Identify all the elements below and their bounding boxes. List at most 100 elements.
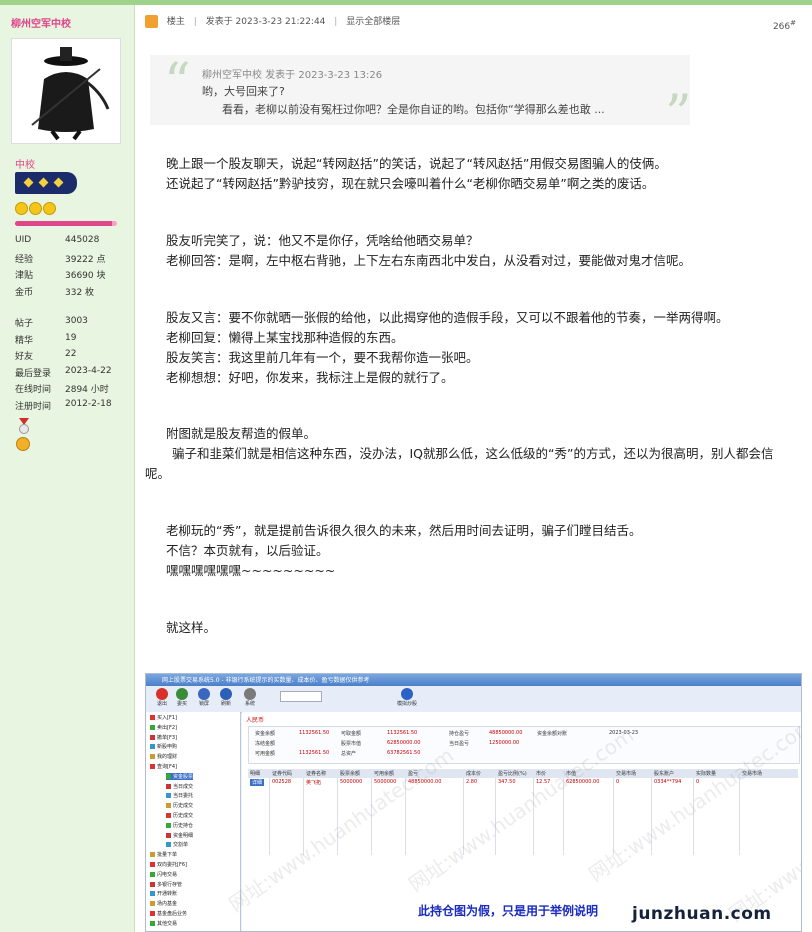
avatar[interactable] (11, 38, 121, 144)
exit-button: 退出 (152, 688, 172, 707)
post-paragraph: 老柳想想：好吧，你发来，我标注上是假的就行了。 (166, 370, 454, 385)
stat-label: UID (15, 235, 32, 245)
account-field: 48850000.00 (489, 730, 523, 736)
tools-icon (244, 688, 256, 700)
folder-icon (166, 773, 171, 779)
user-profile-sidebar: 柳州空军中校 中校 UID 445028 经验 39222 点津贴 36690 块金币 3… (0, 5, 135, 932)
account-field: 62850000.00 (387, 740, 421, 746)
nav-tree-item: 批量下单 (150, 851, 177, 858)
folder-icon (150, 891, 155, 897)
post-paragraph: 股友笑言：我这里前几年有一个，要不我帮你造一张吧。 (166, 350, 479, 365)
user-icon (401, 688, 413, 700)
nav-tree-item: 历史成交 (166, 802, 193, 809)
account-field: 可取金额 (341, 731, 362, 737)
post-paragraph: 老柳回答：是啊，左中枢右背驰，上下左右东南西北中发白，从没看对过，要能做对鬼才信… (166, 253, 692, 268)
quote-block: “ ” 柳州空军中校 发表于 2023-3-23 13:26 哟，大号回来了? … (150, 53, 692, 141)
folder-icon (150, 852, 155, 858)
stat-value: 2023-4-22 (65, 365, 112, 376)
post-paragraph: 老柳回复：懒得上某宝找那种造假的东西。 (166, 330, 404, 345)
lock-button: 锁屏 (194, 688, 214, 707)
rank-title: 中校 (15, 160, 35, 171)
table-cell: 0334**794 (654, 779, 682, 785)
account-field: 63782561.50 (387, 750, 421, 756)
nav-tree-item: 闪电交易 (150, 871, 177, 878)
stat-value: 39222 点 (65, 254, 106, 265)
folder-icon (150, 744, 155, 750)
folder-icon (150, 754, 155, 760)
quote-line: 看看，老柳以前没有冤枉过你吧？全是你自证的哟。包括你“学得那么差也敢 ... (222, 103, 605, 116)
stat-value: 2012-2-18 (65, 398, 112, 409)
stat-value: 332 枚 (65, 287, 95, 298)
refresh-button: 刷新 (216, 688, 236, 707)
moon-icon (29, 202, 42, 215)
post-paragraph: 骗子和韭菜们就是相信这种东西，没办法，IQ就那么低，这么低级的“秀”的方式，还以… (145, 446, 774, 481)
folder-icon (150, 734, 155, 740)
column-header: 证券代码 (272, 771, 293, 777)
account-field: 资金余额对账 (537, 731, 568, 737)
post-role: 楼主 (166, 17, 185, 27)
folder-icon (150, 881, 155, 887)
stat-label: 精华 (15, 335, 34, 346)
post-paragraph: 嘿嘿嘿嘿嘿嘿~~~~~~~~~ (166, 563, 336, 578)
table-cell: 347.50 (498, 779, 516, 785)
nav-tree-item: 场内基金 (150, 900, 177, 907)
account-field: 1132561.50 (387, 730, 418, 736)
floor-number[interactable]: 266# (773, 19, 796, 32)
attached-trading-screenshot[interactable]: 网上股票交易系统5.0 - 非银行系统提示的买数量、成本价、盈亏数据仅供参考 退… (145, 673, 802, 932)
stat-label: 经验 (15, 254, 34, 265)
close-quote-icon: ” (665, 85, 692, 145)
post-paragraph: 不信？本页就有，以后验证。 (166, 543, 329, 558)
screenshot-caption: 此持仓图为假，只是用于举例说明 (418, 904, 599, 918)
quote-header[interactable]: 柳州空军中校 发表于 2023-3-23 13:26 (202, 66, 382, 81)
folder-icon (150, 911, 155, 916)
column-header: 证券名称 (306, 771, 327, 777)
account-field: 总资产 (341, 751, 357, 757)
post-paragraph: 附图就是股友帮造的假单。 (166, 426, 317, 441)
level-progress-bar (15, 221, 117, 226)
user-button: 模拟炒股 (391, 688, 423, 707)
account-field: 冻结金额 (255, 741, 276, 747)
folder-icon (150, 724, 155, 730)
stat-value: 36690 块 (65, 271, 106, 281)
medal-icon[interactable] (16, 418, 32, 434)
folder-icon (166, 832, 171, 838)
username-link[interactable]: 柳州空军中校 (11, 15, 71, 30)
open-quote-icon: “ (164, 53, 191, 113)
stat-value: 2894 小时 (65, 385, 109, 395)
buy-button: 委买 (172, 688, 192, 707)
nav-tree-item: 其他交易 (150, 920, 177, 927)
table-cell: 5000000 (340, 779, 363, 785)
account-field: 资金余额 (255, 731, 276, 737)
nav-tree-item: 交割单 (166, 841, 188, 848)
table-cell: 002528 (272, 779, 292, 785)
post-header: 楼主 | 发表于 2023-3-23 21:22:44 | 显示全部楼层 (145, 14, 406, 28)
stat-label: 帖子 (15, 319, 34, 329)
folder-icon (150, 920, 155, 926)
stat-label: 津贴 (15, 271, 34, 281)
account-field: 当日盈亏 (449, 741, 470, 747)
post-content: 楼主 | 发表于 2023-3-23 21:22:44 | 显示全部楼层 266… (135, 5, 812, 932)
post-paragraph: 老柳玩的“秀”，就是提前告诉很久很久的未来，然后用时间去证明，骗子们瞠目结舌。 (166, 523, 642, 538)
stat-label: 最后登录 (15, 368, 52, 379)
post-paragraph: 还说起了“转网赵括”黔驴技穷，现在就只会嚎叫着什么“老柳你晒交易单”啊之类的废话… (166, 176, 655, 191)
nav-tree-item: 当日委托 (166, 792, 193, 799)
nav-tree-item: 卖出[F2] (150, 724, 177, 731)
folder-icon (166, 793, 171, 799)
lock-icon (198, 688, 210, 700)
account-field: 1132561.50 (299, 730, 330, 736)
table-cell: 英飞拓 (306, 780, 322, 786)
nav-tree-item: 买入[F1] (150, 714, 177, 721)
nav-tree-item: 资金股票 (166, 772, 194, 780)
user-icon (145, 15, 158, 28)
post-paragraph: 股友听完笑了，说：他又不是你仔，凭啥给他晒交易单？ (166, 233, 479, 248)
nav-tree-item: 基金盘后业务 (150, 910, 187, 917)
account-dropdown (280, 691, 322, 702)
gear-medal-icon[interactable] (16, 437, 30, 451)
folder-icon (166, 842, 171, 848)
exit-icon (156, 688, 168, 700)
show-all-floors-link[interactable]: 显示全部楼层 (346, 17, 400, 27)
rank-badge-icon (15, 172, 77, 194)
refresh-icon (220, 688, 232, 700)
column-header: 成本价 (466, 771, 482, 777)
nav-tree-item: 多银行存管 (150, 881, 182, 888)
